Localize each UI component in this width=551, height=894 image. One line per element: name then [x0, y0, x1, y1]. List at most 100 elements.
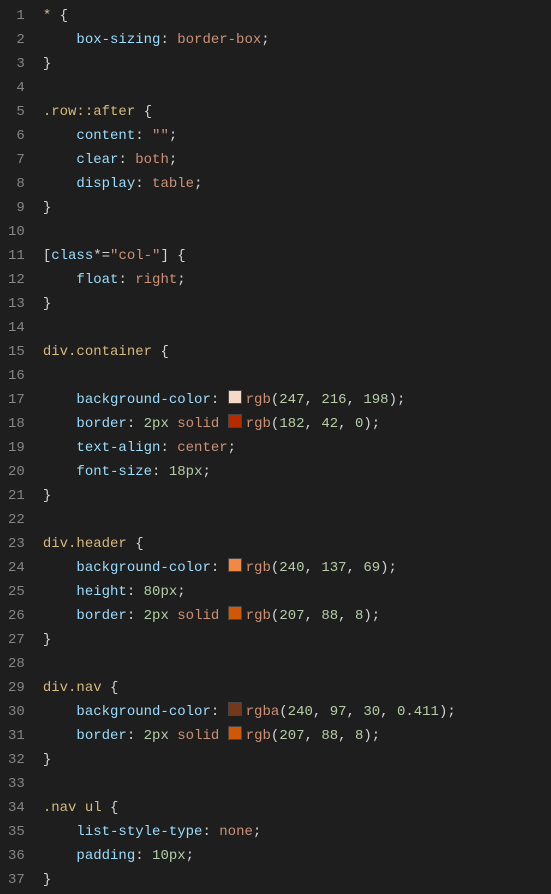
- code-line[interactable]: background-color: rgb(247, 216, 198);: [43, 388, 551, 412]
- token: height: [76, 584, 126, 600]
- token: [43, 464, 77, 480]
- code-line[interactable]: background-color: rgb(240, 137, 69);: [43, 556, 551, 580]
- line-number: 36: [8, 844, 25, 868]
- code-line[interactable]: text-align: center;: [43, 436, 551, 460]
- token: rgb: [246, 416, 271, 432]
- code-line[interactable]: list-style-type: none;: [43, 820, 551, 844]
- token: 247: [279, 392, 304, 408]
- code-line[interactable]: }: [43, 52, 551, 76]
- code-line[interactable]: [43, 364, 551, 388]
- code-line[interactable]: .row::after {: [43, 100, 551, 124]
- token: :: [127, 608, 144, 624]
- token: );: [380, 560, 397, 576]
- token: background-color: [76, 704, 210, 720]
- code-content[interactable]: * { box-sizing: border-box;} .row::after…: [43, 4, 551, 892]
- line-number: 5: [8, 100, 25, 124]
- line-number: 15: [8, 340, 25, 364]
- code-line[interactable]: content: "";: [43, 124, 551, 148]
- code-line[interactable]: [43, 772, 551, 796]
- token: 198: [363, 392, 388, 408]
- line-number: 35: [8, 820, 25, 844]
- token: rgba: [246, 704, 280, 720]
- token: none: [219, 824, 253, 840]
- token: clear: [76, 152, 118, 168]
- token: :: [211, 392, 228, 408]
- line-number: 30: [8, 700, 25, 724]
- code-line[interactable]: padding: 10px;: [43, 844, 551, 868]
- token: [219, 608, 227, 624]
- token: ;: [177, 272, 185, 288]
- token: 182: [279, 416, 304, 432]
- code-line[interactable]: }: [43, 292, 551, 316]
- token: :: [127, 584, 144, 600]
- token: );: [439, 704, 456, 720]
- token: table: [152, 176, 194, 192]
- code-line[interactable]: [43, 220, 551, 244]
- code-line[interactable]: box-sizing: border-box;: [43, 28, 551, 52]
- token: 30: [363, 704, 380, 720]
- code-line[interactable]: }: [43, 628, 551, 652]
- token: );: [363, 608, 380, 624]
- code-line[interactable]: [43, 652, 551, 676]
- line-number: 16: [8, 364, 25, 388]
- token: :: [160, 32, 177, 48]
- line-number: 25: [8, 580, 25, 604]
- token: :: [127, 416, 144, 432]
- line-number: 27: [8, 628, 25, 652]
- code-line[interactable]: div.container {: [43, 340, 551, 364]
- code-line[interactable]: }: [43, 484, 551, 508]
- code-editor[interactable]: 1234567891011121314151617181920212223242…: [0, 0, 551, 892]
- token: 0.411: [397, 704, 439, 720]
- code-line[interactable]: background-color: rgba(240, 97, 30, 0.41…: [43, 700, 551, 724]
- code-line[interactable]: height: 80px;: [43, 580, 551, 604]
- line-number: 22: [8, 508, 25, 532]
- token: list-style-type: [76, 824, 202, 840]
- token: both: [135, 152, 169, 168]
- line-number: 4: [8, 76, 25, 100]
- code-line[interactable]: border: 2px solid rgb(207, 88, 8);: [43, 724, 551, 748]
- token: center: [177, 440, 227, 456]
- code-line[interactable]: }: [43, 748, 551, 772]
- token: [43, 608, 77, 624]
- code-line[interactable]: clear: both;: [43, 148, 551, 172]
- token: float: [76, 272, 118, 288]
- code-line[interactable]: div.nav {: [43, 676, 551, 700]
- token: [43, 152, 77, 168]
- token: }: [43, 632, 51, 648]
- code-line[interactable]: div.header {: [43, 532, 551, 556]
- color-swatch-icon: [228, 606, 242, 620]
- token: 10px: [152, 848, 186, 864]
- token: ,: [338, 416, 355, 432]
- token: :: [135, 848, 152, 864]
- token: [43, 272, 77, 288]
- code-line[interactable]: float: right;: [43, 268, 551, 292]
- token: :: [152, 464, 169, 480]
- code-line[interactable]: [43, 316, 551, 340]
- token: :: [211, 560, 228, 576]
- code-line[interactable]: display: table;: [43, 172, 551, 196]
- code-line[interactable]: font-size: 18px;: [43, 460, 551, 484]
- code-line[interactable]: [43, 76, 551, 100]
- token: [43, 728, 77, 744]
- code-line[interactable]: * {: [43, 4, 551, 28]
- code-line[interactable]: border: 2px solid rgb(207, 88, 8);: [43, 604, 551, 628]
- line-number: 24: [8, 556, 25, 580]
- token: [43, 584, 77, 600]
- line-number: 10: [8, 220, 25, 244]
- line-number: 19: [8, 436, 25, 460]
- code-line[interactable]: }: [43, 196, 551, 220]
- token: "": [152, 128, 169, 144]
- token: border: [76, 728, 126, 744]
- token: 69: [363, 560, 380, 576]
- code-line[interactable]: [43, 508, 551, 532]
- code-line[interactable]: border: 2px solid rgb(182, 42, 0);: [43, 412, 551, 436]
- token: 2px: [144, 416, 169, 432]
- token: ;: [228, 440, 236, 456]
- token: ;: [194, 176, 202, 192]
- token: {: [177, 248, 185, 264]
- token: 88: [321, 608, 338, 624]
- code-line[interactable]: [class*="col-"] {: [43, 244, 551, 268]
- token: ,: [338, 728, 355, 744]
- code-line[interactable]: }: [43, 868, 551, 892]
- code-line[interactable]: .nav ul {: [43, 796, 551, 820]
